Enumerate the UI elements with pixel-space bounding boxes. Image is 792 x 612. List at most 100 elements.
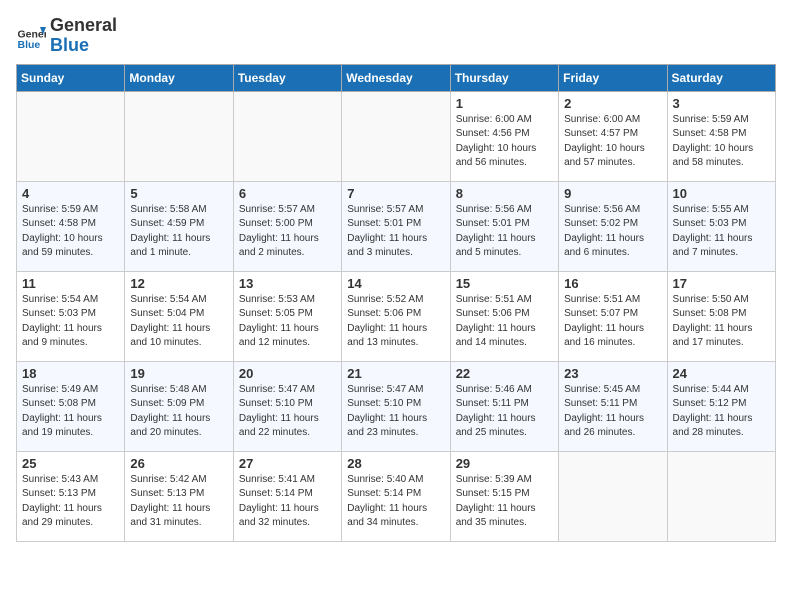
day-info: Sunrise: 5:57 AM Sunset: 5:00 PM Dayligh… — [239, 203, 336, 261]
day-number: 23 — [564, 366, 661, 381]
day-info: Sunrise: 5:51 AM Sunset: 5:07 PM Dayligh… — [564, 293, 661, 351]
day-info: Sunrise: 5:45 AM Sunset: 5:11 PM Dayligh… — [564, 383, 661, 441]
day-number: 10 — [673, 186, 770, 201]
col-header-sunday: Sunday — [17, 64, 125, 91]
day-number: 29 — [456, 456, 553, 471]
day-info: Sunrise: 5:59 AM Sunset: 4:58 PM Dayligh… — [22, 203, 119, 261]
calendar-week-row: 11 Sunrise: 5:54 AM Sunset: 5:03 PM Dayli… — [17, 271, 776, 361]
day-number: 28 — [347, 456, 444, 471]
day-info: Sunrise: 5:43 AM Sunset: 5:13 PM Dayligh… — [22, 473, 119, 531]
calendar-cell — [667, 451, 775, 541]
calendar-cell: 26 Sunrise: 5:42 AM Sunset: 5:13 PM Dayli… — [125, 451, 233, 541]
calendar-cell: 12 Sunrise: 5:54 AM Sunset: 5:04 PM Dayli… — [125, 271, 233, 361]
day-number: 16 — [564, 276, 661, 291]
day-info: Sunrise: 5:46 AM Sunset: 5:11 PM Dayligh… — [456, 383, 553, 441]
calendar-cell — [559, 451, 667, 541]
calendar-cell: 4 Sunrise: 5:59 AM Sunset: 4:58 PM Daylig… — [17, 181, 125, 271]
day-number: 15 — [456, 276, 553, 291]
day-info: Sunrise: 5:42 AM Sunset: 5:13 PM Dayligh… — [130, 473, 227, 531]
col-header-friday: Friday — [559, 64, 667, 91]
calendar-cell: 29 Sunrise: 5:39 AM Sunset: 5:15 PM Dayli… — [450, 451, 558, 541]
header: General Blue General Blue — [16, 16, 776, 56]
day-number: 4 — [22, 186, 119, 201]
day-info: Sunrise: 5:59 AM Sunset: 4:58 PM Dayligh… — [673, 113, 770, 171]
day-info: Sunrise: 5:41 AM Sunset: 5:14 PM Dayligh… — [239, 473, 336, 531]
calendar-cell — [233, 91, 341, 181]
day-number: 26 — [130, 456, 227, 471]
calendar-cell: 25 Sunrise: 5:43 AM Sunset: 5:13 PM Dayli… — [17, 451, 125, 541]
day-info: Sunrise: 6:00 AM Sunset: 4:57 PM Dayligh… — [564, 113, 661, 171]
col-header-monday: Monday — [125, 64, 233, 91]
calendar-cell: 22Sunrise: 5:46 AM Sunset: 5:11 PM Dayli… — [450, 361, 558, 451]
day-number: 1 — [456, 96, 553, 111]
calendar-cell: 17 Sunrise: 5:50 AM Sunset: 5:08 PM Dayli… — [667, 271, 775, 361]
calendar-cell: 6 Sunrise: 5:57 AM Sunset: 5:00 PM Daylig… — [233, 181, 341, 271]
day-number: 18 — [22, 366, 119, 381]
day-number: 5 — [130, 186, 227, 201]
calendar-cell — [125, 91, 233, 181]
calendar-cell: 20 Sunrise: 5:47 AM Sunset: 5:10 PM Dayli… — [233, 361, 341, 451]
calendar-cell: 9Sunrise: 5:56 AM Sunset: 5:02 PM Daylig… — [559, 181, 667, 271]
calendar-cell: 1 Sunrise: 6:00 AM Sunset: 4:56 PM Daylig… — [450, 91, 558, 181]
day-info: Sunrise: 5:47 AM Sunset: 5:10 PM Dayligh… — [239, 383, 336, 441]
col-header-saturday: Saturday — [667, 64, 775, 91]
col-header-tuesday: Tuesday — [233, 64, 341, 91]
day-info: Sunrise: 5:39 AM Sunset: 5:15 PM Dayligh… — [456, 473, 553, 531]
day-number: 13 — [239, 276, 336, 291]
day-info: Sunrise: 5:52 AM Sunset: 5:06 PM Dayligh… — [347, 293, 444, 351]
logo: General Blue General Blue — [16, 16, 117, 56]
calendar-cell: 11 Sunrise: 5:54 AM Sunset: 5:03 PM Dayli… — [17, 271, 125, 361]
day-number: 25 — [22, 456, 119, 471]
calendar-cell — [342, 91, 450, 181]
calendar-cell: 3 Sunrise: 5:59 AM Sunset: 4:58 PM Daylig… — [667, 91, 775, 181]
calendar-week-row: 4 Sunrise: 5:59 AM Sunset: 4:58 PM Daylig… — [17, 181, 776, 271]
calendar-week-row: 18 Sunrise: 5:49 AM Sunset: 5:08 PM Dayli… — [17, 361, 776, 451]
calendar-cell: 24Sunrise: 5:44 AM Sunset: 5:12 PM Dayli… — [667, 361, 775, 451]
day-number: 21 — [347, 366, 444, 381]
day-info: Sunrise: 5:40 AM Sunset: 5:14 PM Dayligh… — [347, 473, 444, 531]
day-info: Sunrise: 5:50 AM Sunset: 5:08 PM Dayligh… — [673, 293, 770, 351]
calendar-cell: 27 Sunrise: 5:41 AM Sunset: 5:14 PM Dayli… — [233, 451, 341, 541]
calendar-week-row: 25 Sunrise: 5:43 AM Sunset: 5:13 PM Dayli… — [17, 451, 776, 541]
calendar-cell — [17, 91, 125, 181]
day-info: Sunrise: 5:49 AM Sunset: 5:08 PM Dayligh… — [22, 383, 119, 441]
calendar-body: 1 Sunrise: 6:00 AM Sunset: 4:56 PM Daylig… — [17, 91, 776, 541]
day-number: 12 — [130, 276, 227, 291]
day-info: Sunrise: 6:00 AM Sunset: 4:56 PM Dayligh… — [456, 113, 553, 171]
day-number: 20 — [239, 366, 336, 381]
day-number: 11 — [22, 276, 119, 291]
calendar-cell: 18 Sunrise: 5:49 AM Sunset: 5:08 PM Dayli… — [17, 361, 125, 451]
day-info: Sunrise: 5:55 AM Sunset: 5:03 PM Dayligh… — [673, 203, 770, 261]
day-number: 6 — [239, 186, 336, 201]
calendar-cell: 15Sunrise: 5:51 AM Sunset: 5:06 PM Dayli… — [450, 271, 558, 361]
day-number: 8 — [456, 186, 553, 201]
calendar-cell: 8Sunrise: 5:56 AM Sunset: 5:01 PM Daylig… — [450, 181, 558, 271]
day-number: 3 — [673, 96, 770, 111]
day-number: 27 — [239, 456, 336, 471]
calendar-cell: 5 Sunrise: 5:58 AM Sunset: 4:59 PM Daylig… — [125, 181, 233, 271]
calendar-cell: 14 Sunrise: 5:52 AM Sunset: 5:06 PM Dayli… — [342, 271, 450, 361]
calendar-cell: 21 Sunrise: 5:47 AM Sunset: 5:10 PM Dayli… — [342, 361, 450, 451]
calendar-week-row: 1 Sunrise: 6:00 AM Sunset: 4:56 PM Daylig… — [17, 91, 776, 181]
col-header-wednesday: Wednesday — [342, 64, 450, 91]
day-number: 17 — [673, 276, 770, 291]
day-info: Sunrise: 5:54 AM Sunset: 5:03 PM Dayligh… — [22, 293, 119, 351]
logo-text-blue: Blue — [50, 36, 117, 56]
day-info: Sunrise: 5:58 AM Sunset: 4:59 PM Dayligh… — [130, 203, 227, 261]
svg-text:Blue: Blue — [18, 39, 41, 51]
calendar-header-row: SundayMondayTuesdayWednesdayThursdayFrid… — [17, 64, 776, 91]
day-number: 9 — [564, 186, 661, 201]
day-info: Sunrise: 5:54 AM Sunset: 5:04 PM Dayligh… — [130, 293, 227, 351]
calendar-cell: 10 Sunrise: 5:55 AM Sunset: 5:03 PM Dayli… — [667, 181, 775, 271]
day-info: Sunrise: 5:47 AM Sunset: 5:10 PM Dayligh… — [347, 383, 444, 441]
calendar-cell: 7Sunrise: 5:57 AM Sunset: 5:01 PM Daylig… — [342, 181, 450, 271]
logo-icon: General Blue — [16, 21, 46, 51]
day-number: 14 — [347, 276, 444, 291]
calendar-cell: 19Sunrise: 5:48 AM Sunset: 5:09 PM Dayli… — [125, 361, 233, 451]
day-info: Sunrise: 5:57 AM Sunset: 5:01 PM Dayligh… — [347, 203, 444, 261]
calendar-table: SundayMondayTuesdayWednesdayThursdayFrid… — [16, 64, 776, 542]
day-info: Sunrise: 5:48 AM Sunset: 5:09 PM Dayligh… — [130, 383, 227, 441]
calendar-cell: 13Sunrise: 5:53 AM Sunset: 5:05 PM Dayli… — [233, 271, 341, 361]
logo-text-general: General — [50, 16, 117, 36]
day-number: 2 — [564, 96, 661, 111]
